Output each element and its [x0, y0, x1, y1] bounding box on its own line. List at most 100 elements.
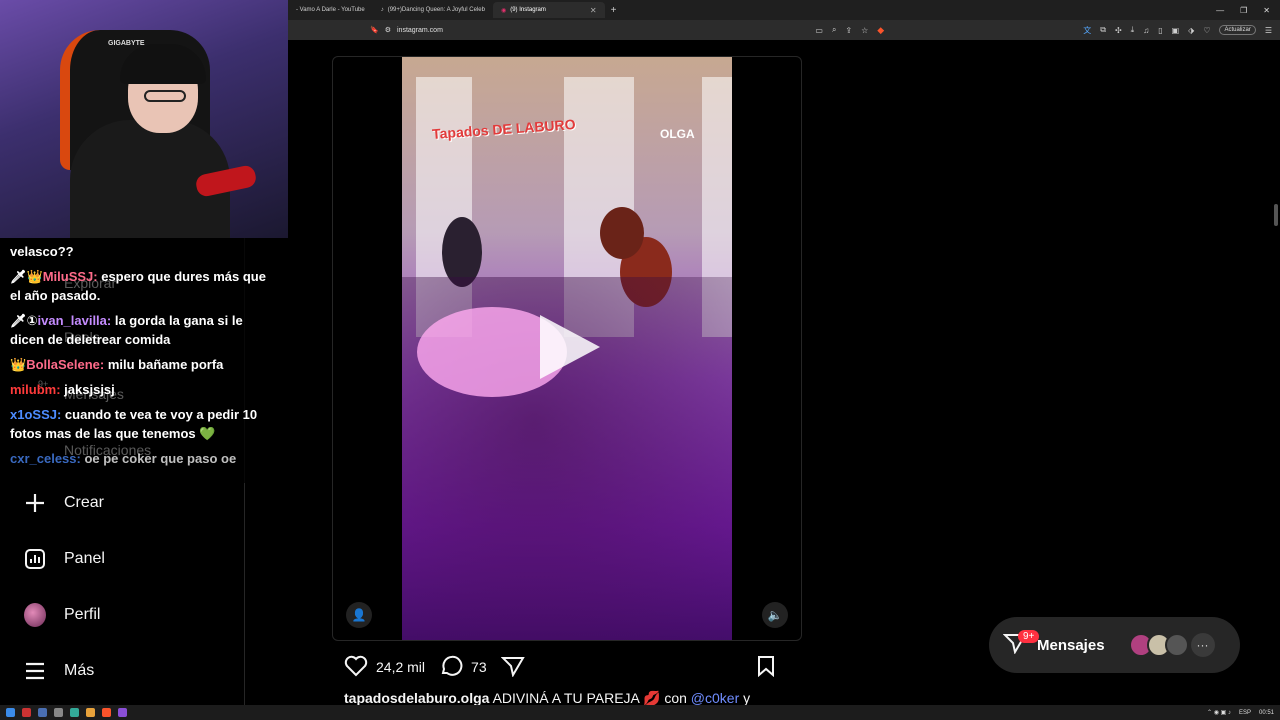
update-button[interactable]: Actualizar — [1219, 25, 1256, 35]
avatar-wrap — [24, 603, 46, 627]
mention-link[interactable]: @c0ker — [691, 690, 739, 706]
site-info-icon[interactable]: ⚙ — [385, 26, 391, 34]
chat-message: 🗡👑MiluSSJ: espero que dures más que el a… — [10, 267, 280, 305]
system-tray: ⌃ ◉ ▣ ♪ ESP 00:51 — [1207, 709, 1280, 717]
window-controls: — ❐ ✕ — [1216, 6, 1280, 15]
save-button[interactable] — [756, 655, 776, 680]
recent-conversations: ··· — [1128, 633, 1215, 657]
tray-icons[interactable]: ⌃ ◉ ▣ ♪ — [1207, 709, 1231, 716]
menu-icon[interactable]: ☰ — [1265, 26, 1272, 35]
messages-pill[interactable]: Mensajes ··· — [989, 617, 1240, 673]
chat-username: cxr_celess: — [10, 451, 81, 466]
sidebar-item-label: Perfil — [64, 606, 101, 623]
badge-icon: 🗡👑 — [10, 269, 43, 284]
close-window-icon[interactable]: ✕ — [1263, 6, 1270, 15]
reel-video[interactable]: Tapados DE LABURO OLGA — [402, 57, 732, 640]
minimize-icon[interactable]: — — [1216, 6, 1224, 15]
avatar[interactable] — [1164, 633, 1189, 657]
send-icon — [500, 655, 525, 680]
chat-message: cxr_celess: oe pe coker que paso oe — [10, 449, 280, 468]
webcam-overlay: GIGABYTE — [0, 0, 288, 238]
sidebar-item-label: Crear — [64, 494, 105, 511]
tagged-users-icon[interactable]: 👤 — [346, 602, 372, 628]
instagram-icon: ◉ — [500, 7, 507, 14]
bookmark-icon[interactable]: 🔖 — [370, 26, 379, 34]
close-tab-icon[interactable]: ✕ — [590, 6, 597, 15]
chat-username: ivan_lavilla: — [37, 313, 112, 328]
chat-text: oe pe coker que paso oe — [80, 451, 237, 466]
caption-tail: y — [739, 690, 751, 706]
chat-message: milubm: jaksjsjsj — [10, 380, 280, 399]
chat-text: milu bañame porfa — [104, 357, 224, 372]
mute-icon[interactable]: 🔈 — [762, 602, 788, 628]
chat-username: x1oSSJ: — [10, 407, 62, 422]
contestant-name: OLGA — [660, 127, 695, 141]
sidebar-item-create[interactable]: Crear — [24, 492, 104, 514]
share-icon[interactable]: ⇪ — [845, 26, 852, 35]
translate-icon[interactable]: 文 — [1083, 25, 1091, 36]
glasses — [144, 90, 186, 102]
puzzle-icon[interactable]: ✣ — [1115, 26, 1122, 35]
app-icon[interactable] — [38, 708, 47, 717]
clock[interactable]: 00:51 — [1259, 710, 1274, 716]
twitch-icon[interactable] — [118, 708, 127, 717]
caption-text: ADIVINÁ A TU PAREJA 💋 con — [489, 690, 691, 706]
chat-text: velasco?? — [10, 244, 74, 259]
app-icon[interactable] — [22, 708, 31, 717]
app-icon[interactable] — [86, 708, 95, 717]
sidebar-item-dashboard[interactable]: Panel — [24, 548, 105, 570]
wallet-icon[interactable]: ▣ — [1172, 26, 1180, 35]
sidebar-item-label: Más — [64, 662, 95, 679]
new-tab-button[interactable]: + — [605, 5, 623, 16]
like-button[interactable]: 24,2 mil — [344, 655, 425, 680]
post-username[interactable]: tapadosdelaburo.olga — [344, 690, 489, 706]
chair-brand: GIGABYTE — [108, 40, 145, 47]
sidebar-item-profile[interactable]: Perfil — [24, 603, 101, 627]
windows-taskbar: ⌃ ◉ ▣ ♪ ESP 00:51 — [0, 705, 1280, 720]
brave-shield-icon[interactable]: ◆ — [877, 25, 884, 36]
app-icon[interactable] — [70, 708, 79, 717]
post-actions: 24,2 mil 73 — [344, 654, 790, 680]
messages-badge: 9+ — [1018, 630, 1040, 643]
leo-icon[interactable]: ♡ — [1203, 26, 1210, 35]
chat-message: x1oSSJ: cuando te vea te voy a pedir 10 … — [10, 405, 280, 443]
download-icon[interactable]: ⤓ — [1131, 25, 1135, 35]
avatar — [24, 603, 46, 627]
scrollbar-thumb[interactable] — [1274, 204, 1278, 226]
tab-instagram[interactable]: ◉ (9) Instagram ✕ — [492, 2, 605, 18]
star-icon[interactable]: ☆ — [861, 26, 868, 35]
extension-icon[interactable]: ⧉ — [1100, 25, 1106, 35]
like-count: 24,2 mil — [376, 659, 426, 675]
cast-icon[interactable]: ▭ — [815, 26, 823, 35]
restore-icon[interactable]: ❐ — [1240, 6, 1247, 15]
comment-count: 73 — [471, 659, 487, 675]
brave-icon[interactable] — [102, 708, 111, 717]
share-button[interactable] — [500, 655, 525, 680]
url-text: instagram.com — [397, 26, 443, 34]
language-indicator[interactable]: ESP — [1239, 710, 1251, 716]
zoom-icon[interactable]: ⌕ — [832, 25, 836, 35]
guitar — [600, 207, 644, 259]
more-icon[interactable]: ··· — [1190, 633, 1215, 657]
tab-youtube[interactable]: - Vamo A Darle - YouTube — [288, 2, 373, 18]
music-icon[interactable]: ♫ — [1143, 26, 1149, 35]
badge-icon: 🗡① — [10, 313, 38, 328]
chat-username: milubm: — [10, 382, 61, 397]
sidebar-toggle-icon[interactable]: ▯ — [1158, 26, 1162, 35]
sidebar-item-more[interactable]: Más — [24, 660, 94, 682]
reel-post: Tapados DE LABURO OLGA 👤 🔈 — [332, 56, 802, 641]
vpn-icon[interactable]: ⬗ — [1188, 26, 1194, 35]
chat-message: velasco?? — [10, 242, 280, 261]
address-bar[interactable]: 🔖 ⚙ instagram.com — [370, 26, 443, 35]
windows-start-icon[interactable] — [6, 708, 15, 717]
heart-icon — [344, 655, 368, 680]
app-icon[interactable] — [54, 708, 63, 717]
comment-button[interactable]: 73 — [439, 655, 487, 680]
page-scrollbar[interactable] — [1272, 40, 1280, 705]
chat-username: MiluSSJ: — [42, 269, 98, 284]
tab-tiktok[interactable]: ♪ (99+)Dancing Queen: A Joyful Celeb — [373, 2, 493, 18]
stream-chat-overlay: Explorar Reels Mensajes 9+ Notificacione… — [0, 238, 288, 483]
bookmark-icon — [756, 655, 776, 680]
menu-icon — [24, 660, 46, 682]
play-icon[interactable] — [540, 315, 600, 379]
